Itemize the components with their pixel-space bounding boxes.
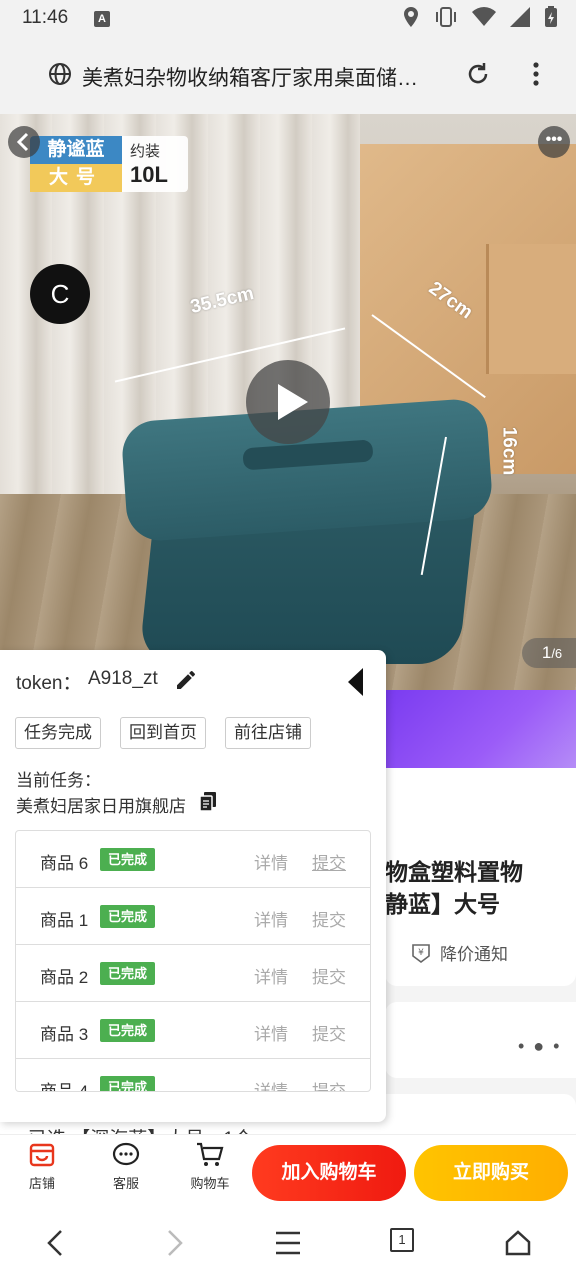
copy-icon[interactable] (200, 792, 218, 812)
forward-icon[interactable] (162, 1228, 186, 1258)
signal-icon (510, 7, 530, 27)
price-alert-button[interactable]: ¥ 降价通知 (410, 940, 508, 965)
status-badge: 已完成 (100, 1019, 156, 1042)
browser-nav-bar: 1 (0, 1210, 576, 1280)
product-title-line2: 静蓝】大号 (385, 891, 500, 917)
back-button[interactable] (8, 126, 40, 158)
product-name: 商品 3 (40, 1025, 89, 1044)
buy-now-button[interactable]: 立即购买 (414, 1145, 568, 1201)
current-shop-name: 美煮妇居家日用旗舰店 (16, 797, 186, 816)
list-item: 商品 4 已完成 详情 提交 (16, 1059, 370, 1092)
submit-link[interactable]: 提交 (312, 963, 346, 988)
status-time: 11:46 (22, 7, 69, 28)
submit-link[interactable]: 提交 (312, 1020, 346, 1045)
product-name: 商品 6 (40, 854, 89, 873)
globe-icon (49, 63, 71, 85)
detail-link[interactable]: 详情 (254, 906, 288, 931)
current-task-label: 当前任务： (16, 771, 101, 790)
chevron-left-icon (16, 132, 29, 152)
price-tag-icon: ¥ (412, 943, 430, 963)
back-icon[interactable] (44, 1228, 68, 1258)
shop-icon (29, 1143, 55, 1167)
promo-banner (385, 690, 576, 768)
variant-size: 大号 (30, 164, 122, 192)
location-icon (404, 7, 418, 27)
task-product-list[interactable]: 商品 6 已完成 详情 提交 商品 1 已完成 详情 提交 商品 2 已完成 详… (15, 830, 371, 1092)
c-floating-button[interactable]: C (30, 264, 90, 324)
cart-icon (197, 1142, 224, 1166)
list-item: 商品 2 已完成 详情 提交 (16, 945, 370, 1002)
play-video-button[interactable] (246, 360, 330, 444)
product-image-carousel[interactable]: 35.5cm 27cm 16cm 静谧蓝 大号 约装 10L ••• C 1/6 (0, 114, 576, 690)
more-dots-icon[interactable]: • ● • (518, 1036, 561, 1057)
token-label: token： (16, 673, 82, 694)
submit-link[interactable]: 提交 (312, 1077, 346, 1091)
pager-total: /6 (551, 646, 563, 661)
product-name: 商品 1 (40, 911, 89, 930)
submit-link[interactable]: 提交 (312, 849, 346, 874)
status-bar: 11:46 A (0, 0, 576, 38)
detail-link[interactable]: 详情 (254, 1020, 288, 1045)
vibrate-icon (436, 7, 456, 27)
back-home-button[interactable]: 回到首页 (120, 717, 206, 749)
overflow-menu-icon[interactable] (522, 60, 550, 88)
shop-tab[interactable]: 店铺 (12, 1141, 72, 1192)
reload-icon[interactable] (464, 60, 492, 88)
list-item: 商品 1 已完成 详情 提交 (16, 888, 370, 945)
detail-link[interactable]: 详情 (254, 1077, 288, 1091)
variant-capacity: 10L (130, 162, 168, 187)
variant-color: 静谧蓝 (30, 136, 122, 164)
product-title-line1: 物盒塑料置物 (385, 859, 523, 885)
service-tab[interactable]: 客服 (96, 1141, 156, 1192)
customer-service-icon (112, 1142, 140, 1166)
svg-text:¥: ¥ (418, 948, 424, 958)
pager-current: 1 (541, 643, 552, 662)
go-to-shop-button[interactable]: 前往店铺 (225, 717, 311, 749)
notification-a-icon: A (94, 11, 110, 27)
wifi-icon (472, 7, 496, 27)
collapse-panel-icon[interactable] (348, 668, 363, 696)
edit-pencil-icon[interactable] (174, 668, 198, 692)
status-badge: 已完成 (100, 962, 156, 985)
cart-tab[interactable]: 购物车 (180, 1141, 240, 1192)
menu-icon[interactable] (274, 1228, 302, 1258)
status-badge: 已完成 (100, 1076, 156, 1091)
detail-link[interactable]: 详情 (254, 849, 288, 874)
bottom-action-bar: 店铺 客服 购物车 加入购物车 立即购买 (0, 1134, 576, 1210)
height-label: 16cm (498, 426, 520, 476)
variant-tag: 静谧蓝 大号 约装 10L (30, 136, 188, 192)
more-button[interactable]: ••• (538, 126, 570, 158)
cart-label: 购物车 (190, 1176, 230, 1191)
list-item: 商品 3 已完成 详情 提交 (16, 1002, 370, 1059)
add-to-cart-button[interactable]: 加入购物车 (252, 1145, 406, 1201)
product-name: 商品 2 (40, 968, 89, 987)
list-item: 商品 6 已完成 详情 提交 (16, 831, 370, 888)
browser-address-bar[interactable]: 美煮妇杂物收纳箱客厅家用桌面储… (0, 38, 576, 114)
page-title[interactable]: 美煮妇杂物收纳箱客厅家用桌面储… (82, 62, 452, 92)
detail-link[interactable]: 详情 (254, 963, 288, 988)
variant-approx: 约装 (130, 143, 161, 160)
tabs-button[interactable]: 1 (390, 1228, 414, 1252)
token-value: A918_zt (88, 668, 158, 689)
image-pager: 1/6 (522, 638, 576, 668)
status-badge: 已完成 (100, 848, 156, 871)
product-name: 商品 4 (40, 1082, 89, 1092)
status-badge: 已完成 (100, 905, 156, 928)
submit-link[interactable]: 提交 (312, 906, 346, 931)
task-complete-button[interactable]: 任务完成 (15, 717, 101, 749)
price-alert-label: 降价通知 (440, 945, 508, 964)
shop-label: 店铺 (28, 1176, 55, 1191)
home-icon[interactable] (504, 1228, 532, 1258)
service-label: 客服 (112, 1176, 139, 1191)
product-title: 物盒塑料置物 静蓝】大号 (385, 856, 575, 920)
battery-icon (545, 6, 557, 27)
task-overlay-panel: token： A918_zt 任务完成 回到首页 前往店铺 当前任务： 美煮妇居… (0, 650, 386, 1122)
